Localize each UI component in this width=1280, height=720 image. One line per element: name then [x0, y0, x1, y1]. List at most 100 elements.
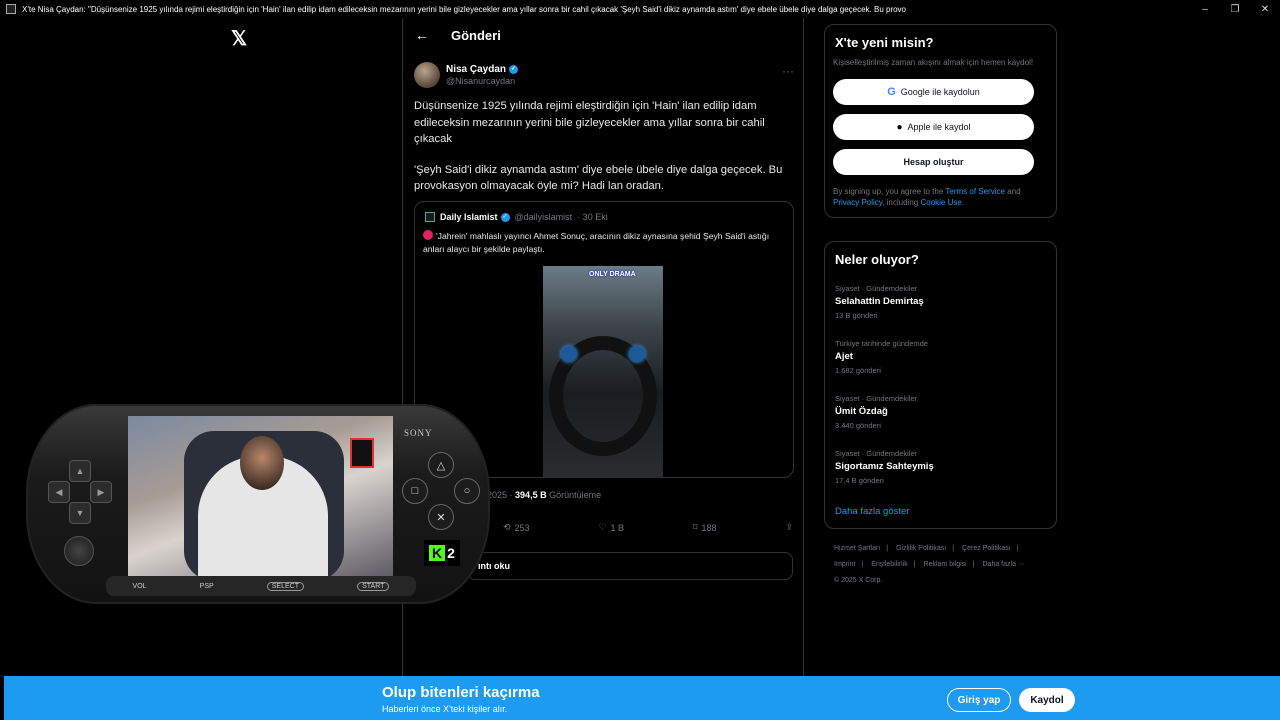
- dpad: ▲ ▼ ◀ ▶: [44, 456, 116, 528]
- monitor-image: [350, 438, 374, 468]
- psp-webcam-overlay: SONY ▲ ▼ ◀ ▶ △ □ ○ ✕ VOL PSP SELECT STAR…: [26, 404, 490, 604]
- share-icon: ⇪: [785, 522, 793, 532]
- quote-text: 'Jahrein' mahlaslı yayıncı Ahmet Sonuç, …: [423, 231, 770, 254]
- trend-name: Ümit Özdağ: [835, 406, 888, 417]
- trend-item[interactable]: Siyaset · Gündemdekiler Sigortamız Sahte…: [835, 449, 934, 485]
- psp-logo: PSP: [199, 582, 214, 590]
- post-header: ← Gönderi: [403, 18, 803, 52]
- footer-link-ads-info[interactable]: Reklam bilgisi: [924, 561, 967, 568]
- x-logo-icon[interactable]: 𝕏: [231, 26, 247, 51]
- cross-button-icon: ✕: [428, 504, 454, 530]
- gauge-image: [629, 346, 645, 362]
- cookie-link[interactable]: Cookie Use.: [920, 198, 964, 207]
- avatar[interactable]: [414, 62, 440, 88]
- terms-prefix: By signing up, you agree to the: [833, 187, 944, 196]
- page-title: Gönderi: [451, 27, 501, 43]
- create-account-button[interactable]: Hesap oluştur: [833, 149, 1034, 175]
- webcam-feed: [128, 416, 393, 578]
- signup-card: X'te yeni misin? Kişiselleştirilmiş zama…: [824, 24, 1057, 218]
- trend-posts: 13 B gönderi: [835, 311, 878, 320]
- sony-brand: SONY: [404, 428, 433, 438]
- footer-separator: |: [1016, 545, 1019, 552]
- register-button[interactable]: Kaydol: [1019, 688, 1075, 712]
- login-button[interactable]: Giriş yap: [947, 688, 1011, 712]
- dpad-left-icon: ◀: [48, 481, 70, 503]
- footer-link-privacy[interactable]: Gizlilik Politikası: [896, 545, 946, 552]
- show-more-link[interactable]: Daha fazla göster: [835, 506, 909, 517]
- signup-subtitle: Kişiselleştirilmiş zaman akışını almak i…: [833, 58, 1034, 67]
- trend-context: Siyaset · Gündemdekiler: [835, 284, 918, 293]
- window-title: X'te Nisa Çaydan: "Düşünsenize 1925 yılı…: [22, 4, 907, 14]
- retweet-button[interactable]: ⟲ 253: [503, 522, 530, 533]
- quote-avatar: [425, 212, 435, 222]
- minimize-button[interactable]: –: [1190, 4, 1220, 15]
- footer-link-more[interactable]: Daha fazla ···: [983, 561, 1025, 568]
- privacy-link[interactable]: Privacy Policy: [833, 198, 882, 207]
- trend-item[interactable]: Siyaset · Gündemdekiler Selahattin Demir…: [835, 284, 924, 320]
- terms-including: , including: [882, 198, 919, 207]
- verified-badge-icon: ✓: [500, 212, 510, 222]
- person-head-image: [240, 436, 284, 490]
- trend-posts: 3.440 gönderi: [835, 421, 881, 430]
- gauge-image: [561, 346, 577, 362]
- quote-video[interactable]: ONLY DRAMA: [543, 266, 663, 478]
- share-button[interactable]: ⇪: [785, 522, 793, 533]
- footer-separator: |: [861, 561, 864, 568]
- tweet-paragraph: Düşünsenize 1925 yılında rejimi eleştird…: [414, 100, 765, 145]
- footer-separator: |: [913, 561, 916, 568]
- apple-signup-button[interactable]: ● Apple ile kaydol: [833, 114, 1034, 140]
- kick-letter: K: [429, 545, 446, 561]
- terms-text: By signing up, you agree to the Terms of…: [833, 186, 1048, 208]
- dpad-right-icon: ▶: [90, 481, 112, 503]
- analog-stick: [64, 536, 94, 566]
- select-button: SELECT: [266, 581, 304, 591]
- author-name[interactable]: Nisa Çaydan: [446, 64, 506, 75]
- bookmark-count: 188: [701, 522, 717, 533]
- verified-badge-icon: ✓: [509, 65, 519, 74]
- footer-separator: |: [952, 545, 955, 552]
- footer-link-cookies[interactable]: Çerez Politikası: [962, 545, 1011, 552]
- retweet-icon: ⟲: [503, 522, 511, 532]
- quote-date: · 30 Eki: [577, 212, 608, 222]
- bookmark-icon: ⌑: [692, 522, 698, 532]
- trend-item[interactable]: Türkiye tarihinde gündemde Ajet 1.682 gö…: [835, 339, 928, 375]
- footer-link-terms[interactable]: Hizmet Şartları: [834, 545, 880, 552]
- read-replies-button[interactable]: ıntı oku: [467, 552, 793, 580]
- trends-card: Neler oluyor? Siyaset · Gündemdekiler Se…: [824, 241, 1057, 529]
- author-handle[interactable]: @Nisanurcaydan: [446, 76, 518, 86]
- video-watermark: ONLY DRAMA: [589, 271, 636, 278]
- signup-banner: Olup bitenleri kaçırma Haberleri önce X'…: [4, 676, 1280, 720]
- terms-and: and: [1007, 187, 1021, 196]
- start-button: START: [357, 581, 390, 591]
- like-button[interactable]: ♡ 1 B: [598, 522, 624, 533]
- quote-author-name: Daily Islamist: [440, 212, 498, 222]
- banner-title: Olup bitenleri kaçırma: [382, 684, 540, 701]
- google-icon: G: [887, 86, 896, 98]
- footer-link-accessibility[interactable]: Erişilebilirlik: [871, 561, 908, 568]
- tweet-actions: ⟲ 253 ♡ 1 B ⌑ 188 ⇪: [503, 522, 793, 533]
- views-count: 394,5 B: [515, 490, 547, 500]
- bookmark-button[interactable]: ⌑ 188: [693, 522, 717, 533]
- trend-item[interactable]: Siyaset · Gündemdekiler Ümit Özdağ 3.440…: [835, 394, 917, 430]
- close-button[interactable]: ✕: [1250, 4, 1280, 15]
- trend-posts: 17,4 B gönderi: [835, 476, 884, 485]
- dpad-up-icon: ▲: [69, 460, 91, 482]
- footer-link-imprint[interactable]: Imprint: [834, 561, 855, 568]
- square-button-icon: □: [402, 478, 428, 504]
- copyright: © 2025 X Corp.: [834, 577, 883, 584]
- quote-author-handle: @dailyislamist: [514, 212, 573, 222]
- maximize-button[interactable]: ❐: [1220, 4, 1250, 15]
- apple-icon: ●: [896, 121, 903, 133]
- footer-separator: |: [886, 545, 889, 552]
- back-arrow-icon[interactable]: ←: [415, 27, 435, 43]
- more-options-icon[interactable]: ···: [782, 64, 794, 78]
- google-signup-button[interactable]: G Google ile kaydolun: [833, 79, 1034, 105]
- post-date: 2025 ·: [487, 490, 513, 500]
- terms-link[interactable]: Terms of Service: [945, 187, 1005, 196]
- apple-signup-label: Apple ile kaydol: [907, 122, 971, 132]
- google-signup-label: Google ile kaydolun: [900, 87, 980, 97]
- triangle-button-icon: △: [428, 452, 454, 478]
- views-label: Görüntüleme: [549, 490, 602, 500]
- psp-bottom-bar: VOL PSP SELECT START: [106, 576, 416, 596]
- trend-context: Siyaset · Gündemdekiler: [835, 394, 918, 403]
